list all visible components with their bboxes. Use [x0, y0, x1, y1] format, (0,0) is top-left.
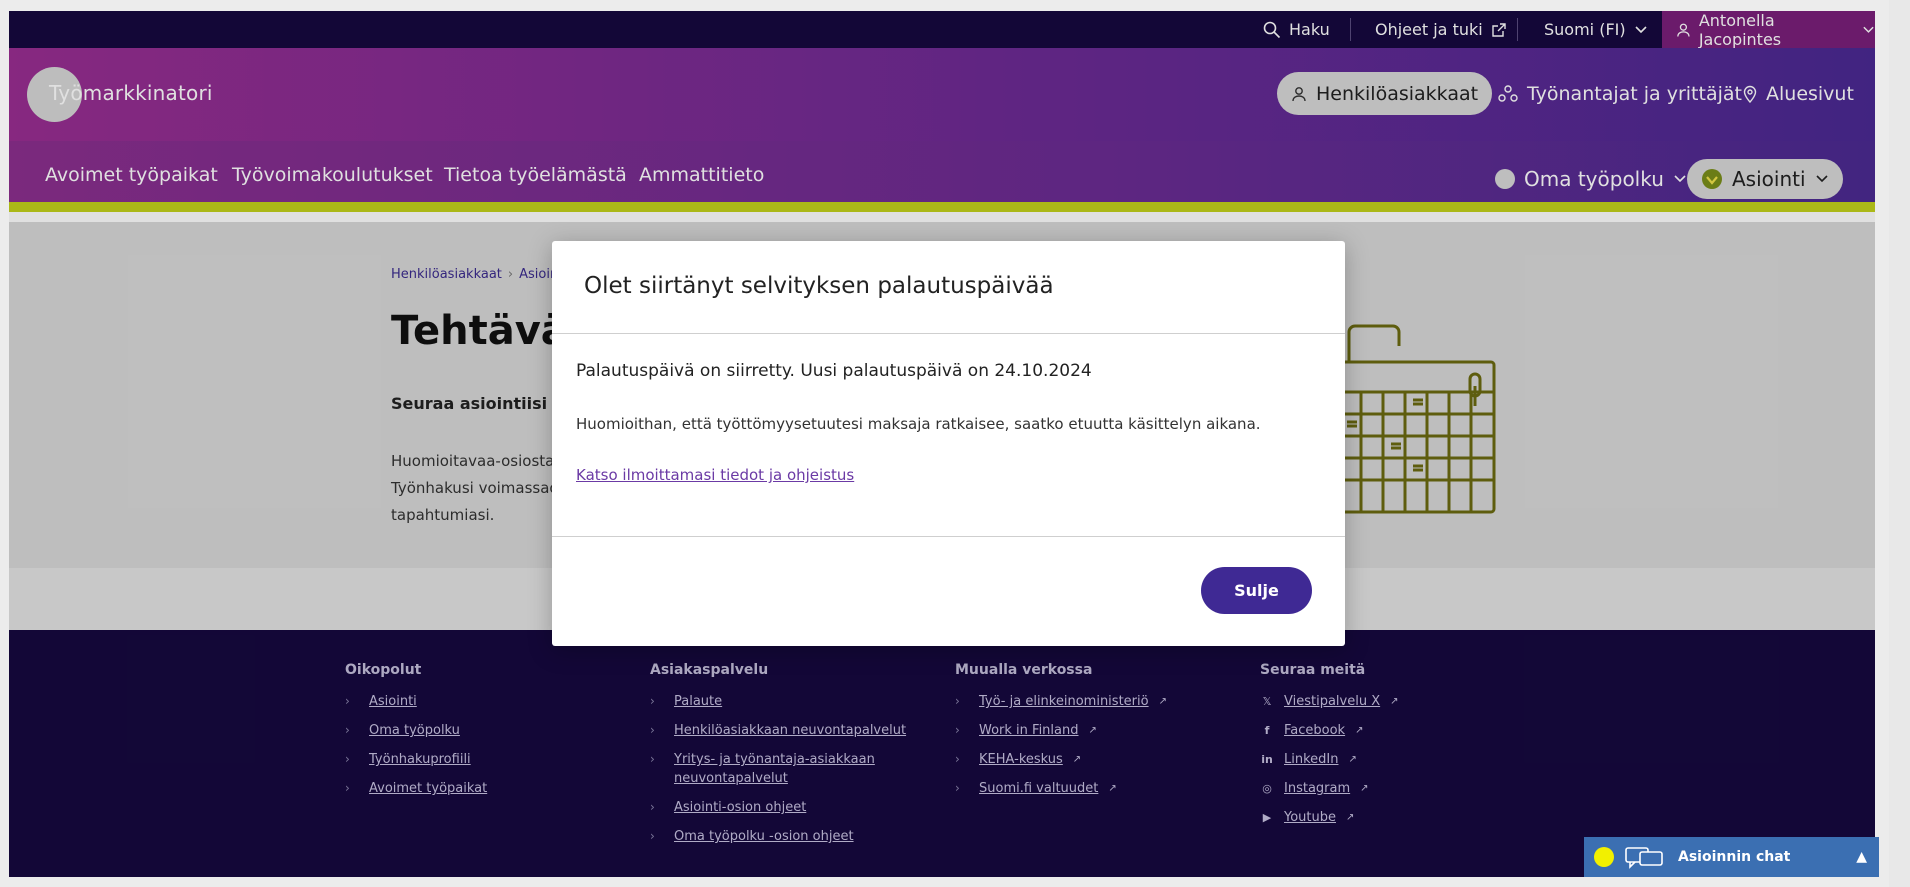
browser-viewport: Haku Ohjeet ja tuki Suomi (FI) Antonella… [9, 11, 1875, 877]
chevron-up-icon: ▲ [1856, 849, 1867, 865]
scrollbar[interactable] [1889, 0, 1910, 887]
chat-status-icon [1594, 847, 1614, 867]
divider [552, 333, 1345, 334]
chat-widget[interactable]: Asioinnin chat ▲ [1584, 837, 1879, 877]
dialog-subtitle: Palautuspäivä on siirretty. Uusi palautu… [576, 361, 1092, 381]
dialog-title: Olet siirtänyt selvityksen palautuspäivä… [584, 273, 1054, 299]
notification-dialog: Olet siirtänyt selvityksen palautuspäivä… [552, 241, 1345, 646]
chat-label: Asioinnin chat [1678, 849, 1791, 865]
dialog-text: Huomioithan, että työttömyysetuutesi mak… [576, 415, 1261, 433]
view-details-link[interactable]: Katso ilmoittamasi tiedot ja ohjeistus [576, 466, 854, 484]
close-button[interactable]: Sulje [1201, 567, 1312, 614]
divider [552, 536, 1345, 537]
chat-bubbles-icon [1625, 847, 1663, 869]
